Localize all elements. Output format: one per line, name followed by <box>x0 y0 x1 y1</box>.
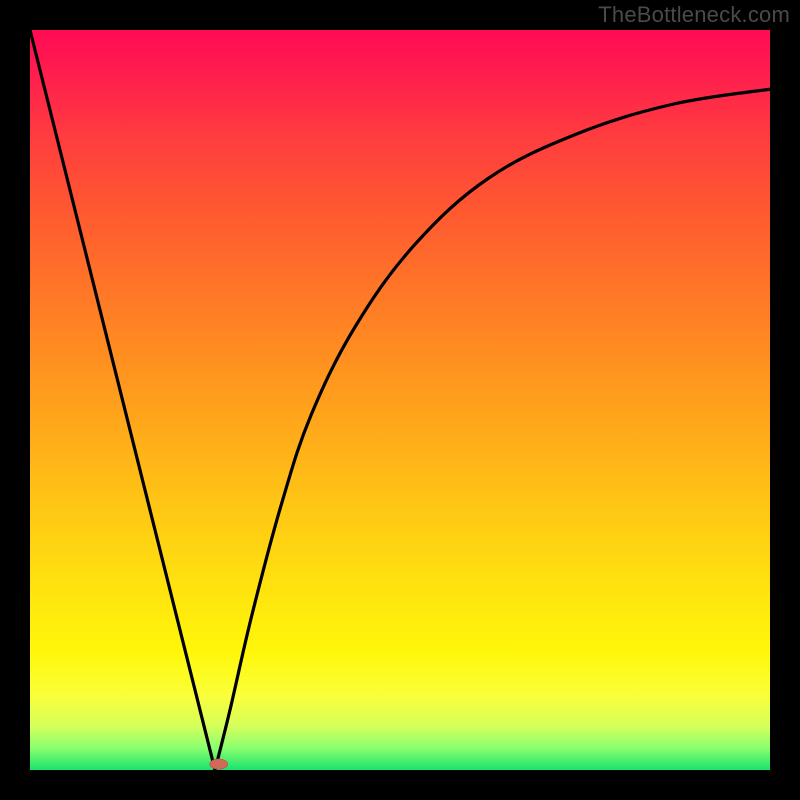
bottleneck-curve <box>30 30 770 770</box>
watermark-label: TheBottleneck.com <box>598 2 790 28</box>
chart-frame: TheBottleneck.com <box>0 0 800 800</box>
optimum-marker <box>210 759 228 769</box>
curve-left-branch <box>30 30 215 770</box>
curve-right-branch <box>215 89 770 770</box>
plot-area <box>30 30 770 770</box>
